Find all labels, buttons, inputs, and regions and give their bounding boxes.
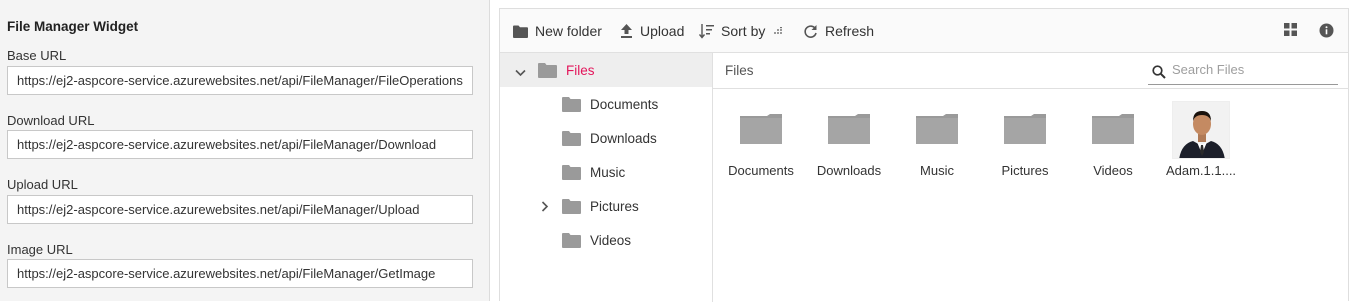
file-item-name: Videos — [1093, 163, 1133, 178]
refresh-button[interactable]: Refresh — [803, 9, 874, 53]
folder-icon — [562, 232, 581, 251]
file-item-name: Adam.1.1.... — [1165, 163, 1237, 178]
image-url-input[interactable]: https://ej2-aspcore-service.azurewebsite… — [7, 259, 473, 288]
refresh-icon — [803, 24, 825, 39]
file-manager: New folder Upload Sort by Refresh Files … — [499, 8, 1349, 302]
tree-node-label: Music — [590, 164, 626, 180]
folder-icon — [513, 25, 535, 38]
file-item-name: Downloads — [816, 163, 882, 178]
toolbar: New folder Upload Sort by Refresh — [500, 9, 1348, 53]
sort-by-label: Sort by — [721, 23, 766, 39]
folder-icon — [1004, 114, 1046, 149]
grid-view-icon[interactable] — [1284, 23, 1300, 39]
folder-icon — [740, 114, 782, 149]
search-box — [1148, 57, 1338, 85]
tree-node-files[interactable]: Files — [500, 53, 712, 87]
file-item-pictures[interactable]: Pictures — [983, 106, 1067, 186]
search-icon — [1152, 65, 1166, 84]
upload-url-label: Upload URL — [7, 177, 78, 192]
file-item-name: Music — [920, 163, 954, 178]
info-icon[interactable] — [1319, 23, 1335, 39]
settings-title: File Manager Widget — [7, 19, 139, 34]
tree-node-label: Documents — [590, 96, 659, 112]
new-folder-button[interactable]: New folder — [513, 9, 602, 53]
file-item-documents[interactable]: Documents — [719, 106, 803, 186]
folder-icon — [538, 62, 557, 81]
sort-dropdown-icon — [774, 27, 789, 35]
refresh-label: Refresh — [825, 23, 875, 39]
navigation-pane: Files Documents Downloads Music Pictures… — [500, 53, 713, 302]
file-item-name: Documents — [728, 163, 794, 178]
download-url-input[interactable]: https://ej2-aspcore-service.azurewebsite… — [7, 130, 473, 159]
tree-node-label: Files — [566, 62, 595, 78]
tree-node-label: Pictures — [590, 198, 639, 214]
image-url-label: Image URL — [7, 242, 73, 257]
tree-node-label: Videos — [590, 232, 632, 248]
folder-icon — [562, 164, 581, 183]
base-url-label: Base URL — [7, 48, 67, 63]
folder-icon — [828, 114, 870, 149]
sort-icon — [699, 23, 721, 39]
tree-node-pictures[interactable]: Pictures — [500, 189, 712, 223]
folder-icon — [562, 96, 581, 115]
breadcrumb-bar: Files — [713, 53, 1349, 89]
file-item-downloads[interactable]: Downloads — [807, 106, 891, 186]
chevron-right-icon[interactable] — [541, 200, 549, 215]
upload-icon — [620, 24, 640, 38]
breadcrumb-files[interactable]: Files — [725, 63, 754, 78]
upload-label: Upload — [640, 23, 685, 39]
search-input[interactable] — [1170, 61, 1334, 78]
sort-by-button[interactable]: Sort by — [699, 9, 789, 53]
file-item-music[interactable]: Music — [895, 106, 979, 186]
image-thumbnail — [1172, 101, 1230, 159]
base-url-input[interactable]: https://ej2-aspcore-service.azurewebsite… — [7, 66, 473, 95]
upload-button[interactable]: Upload — [620, 9, 684, 53]
folder-icon — [1092, 114, 1134, 149]
file-item-name: Pictures — [1001, 163, 1049, 178]
file-item-adam-image[interactable]: Adam.1.1.... — [1159, 101, 1243, 186]
folder-icon — [562, 130, 581, 149]
tree-node-music[interactable]: Music — [500, 155, 712, 189]
tree-node-documents[interactable]: Documents — [500, 87, 712, 121]
folder-icon — [916, 114, 958, 149]
download-url-label: Download URL — [7, 113, 95, 128]
tree-node-label: Downloads — [590, 130, 657, 146]
settings-panel: File Manager Widget Base URL https://ej2… — [0, 0, 490, 301]
tree-node-downloads[interactable]: Downloads — [500, 121, 712, 155]
file-item-videos[interactable]: Videos — [1071, 106, 1155, 186]
new-folder-label: New folder — [535, 23, 602, 39]
chevron-down-icon[interactable] — [515, 65, 526, 80]
tree-node-videos[interactable]: Videos — [500, 223, 712, 257]
upload-url-input[interactable]: https://ej2-aspcore-service.azurewebsite… — [7, 195, 473, 224]
folder-icon — [562, 198, 581, 217]
